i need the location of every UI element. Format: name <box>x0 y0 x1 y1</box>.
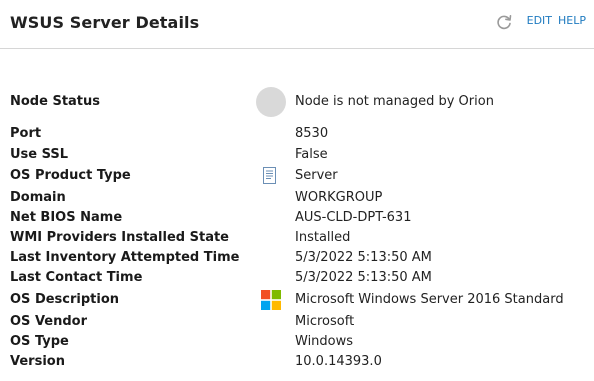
detail-label: OS Type <box>10 334 69 349</box>
status-icon-cell <box>256 87 286 117</box>
detail-value: False <box>295 147 328 162</box>
detail-row-version: Version 10.0.14393.0 <box>0 352 594 372</box>
detail-row-wmi-providers: WMI Providers Installed State Installed <box>0 228 594 248</box>
detail-row-net-bios-name: Net BIOS Name AUS-CLD-DPT-631 <box>0 208 594 228</box>
detail-value: 10.0.14393.0 <box>295 354 382 369</box>
server-document-icon <box>263 167 276 184</box>
panel-header: WSUS Server Details EDIT HELP <box>0 0 594 49</box>
detail-value: 5/3/2022 5:13:50 AM <box>295 250 432 265</box>
detail-row-use-ssl: Use SSL False <box>0 145 594 165</box>
detail-label: Last Inventory Attempted Time <box>10 250 240 265</box>
wsus-server-details-panel: WSUS Server Details EDIT HELP Node Statu… <box>0 0 594 381</box>
node-status-circle-icon <box>256 87 286 117</box>
detail-label: Net BIOS Name <box>10 210 123 225</box>
detail-label: Node Status <box>10 94 101 109</box>
detail-label: OS Description <box>10 292 120 307</box>
detail-row-os-description: OS Description Microsoft Windows Server … <box>0 290 594 310</box>
help-link[interactable]: HELP <box>558 14 586 27</box>
detail-value: Windows <box>295 334 354 349</box>
refresh-icon[interactable] <box>495 13 513 31</box>
detail-row-port: Port 8530 <box>0 124 594 144</box>
detail-value: 5/3/2022 5:13:50 AM <box>295 270 432 285</box>
detail-label: Last Contact Time <box>10 270 143 285</box>
detail-value: Microsoft <box>295 314 355 329</box>
windows-logo-icon <box>261 290 281 310</box>
detail-row-node-status: Node Status Node is not managed by Orion <box>0 87 594 117</box>
detail-row-os-product-type: OS Product Type Server <box>0 166 594 186</box>
os-description-icon-cell <box>256 290 286 310</box>
detail-row-os-vendor: OS Vendor Microsoft <box>0 312 594 332</box>
detail-value: Installed <box>295 230 351 245</box>
detail-value: 8530 <box>295 126 329 141</box>
detail-label: OS Vendor <box>10 314 88 329</box>
detail-label: Use SSL <box>10 147 69 162</box>
detail-label: WMI Providers Installed State <box>10 230 229 245</box>
detail-label: Version <box>10 354 65 369</box>
detail-value: WORKGROUP <box>295 190 383 205</box>
detail-label: Domain <box>10 190 66 205</box>
panel-title: WSUS Server Details <box>10 13 200 32</box>
detail-row-domain: Domain WORKGROUP <box>0 188 594 208</box>
detail-label: Port <box>10 126 42 141</box>
edit-link[interactable]: EDIT <box>527 14 552 27</box>
detail-value: Server <box>295 168 338 183</box>
detail-row-last-inventory: Last Inventory Attempted Time 5/3/2022 5… <box>0 248 594 268</box>
detail-value: Microsoft Windows Server 2016 Standard <box>295 292 564 307</box>
detail-row-os-type: OS Type Windows <box>0 332 594 352</box>
header-actions: EDIT HELP <box>495 10 586 31</box>
detail-row-last-contact: Last Contact Time 5/3/2022 5:13:50 AM <box>0 268 594 288</box>
product-type-icon-cell <box>256 166 286 186</box>
detail-label: OS Product Type <box>10 168 131 183</box>
detail-value: AUS-CLD-DPT-631 <box>295 210 412 225</box>
detail-value: Node is not managed by Orion <box>295 94 494 109</box>
